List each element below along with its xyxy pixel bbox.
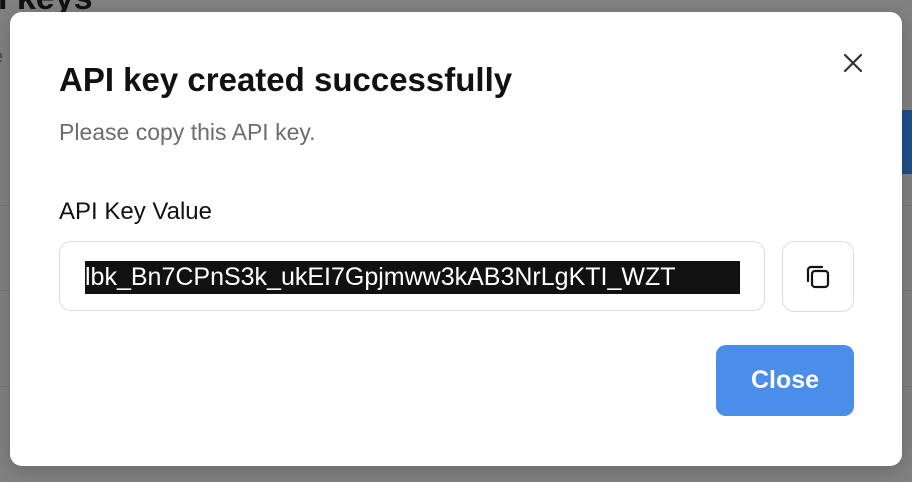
api-key-value-field[interactable]: lbk_Bn7CPnS3k_ukEI7Gpjmww3kAB3NrLgKTI_WZ… xyxy=(59,241,765,311)
close-button[interactable]: Close xyxy=(716,345,854,416)
dialog-close-button[interactable] xyxy=(840,50,866,76)
api-key-value-text[interactable]: lbk_Bn7CPnS3k_ukEI7Gpjmww3kAB3NrLgKTI_WZ… xyxy=(85,261,740,294)
background-page-subtitle: e xyxy=(0,46,3,69)
api-key-value-label: API Key Value xyxy=(59,198,212,225)
api-key-created-dialog: API key created successfully Please copy… xyxy=(10,12,902,466)
close-icon xyxy=(843,53,863,73)
dialog-title: API key created successfully xyxy=(59,61,513,98)
dialog-description: Please copy this API key. xyxy=(59,119,316,145)
copy-icon xyxy=(806,265,830,288)
copy-api-key-button[interactable] xyxy=(782,241,854,312)
